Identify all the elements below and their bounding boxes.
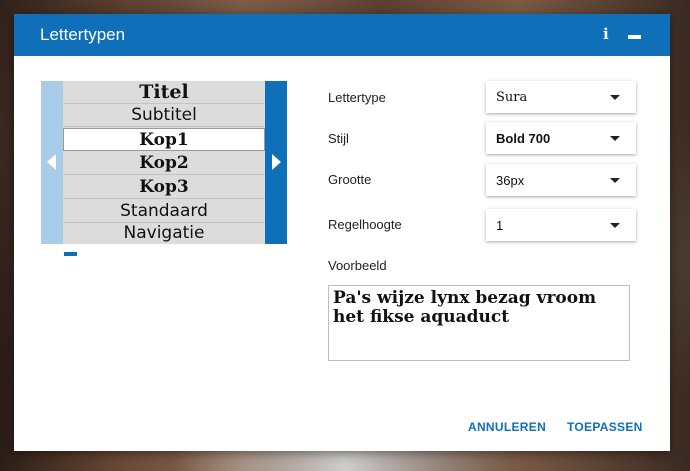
- size-label: Grootte: [328, 172, 372, 187]
- style-item-kop2[interactable]: Kop2: [63, 152, 265, 175]
- size-select[interactable]: 36px: [486, 164, 636, 196]
- dialog-titlebar: Lettertypen i: [14, 14, 670, 56]
- caret-down-icon: [610, 136, 620, 141]
- style-item-kop3[interactable]: Kop3: [63, 176, 265, 199]
- size-select-value: 36px: [496, 173, 525, 188]
- chevron-right-icon: [272, 154, 281, 170]
- style-item-kop1[interactable]: Kop1: [63, 128, 265, 151]
- preview-label: Voorbeeld: [328, 258, 387, 273]
- style-item-titel[interactable]: Titel: [63, 81, 265, 104]
- style-slider: Titel Subtitel Kop1 Kop2 Kop3 Standaard …: [41, 81, 287, 244]
- style-item-navigatie[interactable]: Navigatie: [63, 222, 265, 245]
- cancel-button[interactable]: ANNULEREN: [468, 420, 546, 434]
- preview-text: Pa's wijze lynx bezag vroom het fikse aq…: [333, 288, 597, 327]
- preview-box: Pa's wijze lynx bezag vroom het fikse aq…: [328, 285, 630, 361]
- lineheight-select-value: 1: [496, 218, 504, 233]
- lineheight-select[interactable]: 1: [486, 209, 636, 241]
- apply-button[interactable]: TOEPASSEN: [567, 420, 643, 434]
- style-item-standaard[interactable]: Standaard: [63, 200, 265, 223]
- font-label: Lettertype: [328, 90, 386, 105]
- slider-next-button[interactable]: [265, 81, 287, 244]
- font-select[interactable]: Sura: [486, 81, 636, 113]
- chevron-left-icon: [47, 154, 56, 170]
- slider-prev-button[interactable]: [41, 81, 63, 244]
- dialog-title: Lettertypen: [40, 25, 126, 44]
- style-item-subtitel[interactable]: Subtitel: [63, 104, 265, 127]
- style-select-value: Bold 700: [496, 131, 551, 146]
- style-label: Stijl: [328, 131, 349, 146]
- style-select[interactable]: Bold 700: [486, 122, 636, 154]
- caret-down-icon: [610, 95, 620, 100]
- caret-down-icon: [610, 223, 620, 228]
- font-select-value: Sura: [496, 90, 528, 105]
- info-icon[interactable]: i: [603, 25, 609, 43]
- caret-down-icon: [610, 178, 620, 183]
- minimize-icon[interactable]: [628, 35, 641, 39]
- fonts-dialog: Lettertypen i Titel Subtitel Kop1 Kop2 K…: [14, 14, 670, 451]
- style-list: Titel Subtitel Kop1 Kop2 Kop3 Standaard …: [63, 81, 265, 244]
- lineheight-label: Regelhoogte: [328, 217, 402, 232]
- slider-page-indicator[interactable]: [64, 252, 77, 256]
